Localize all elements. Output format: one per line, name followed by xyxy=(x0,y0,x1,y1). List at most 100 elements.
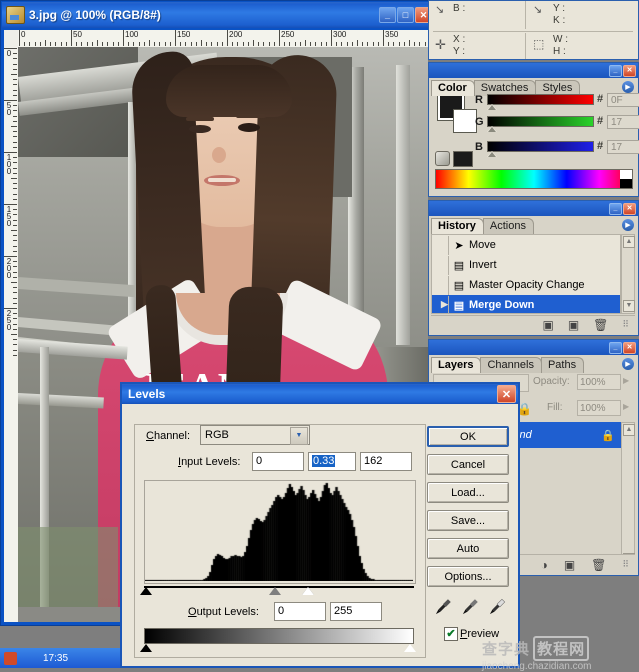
color-panel[interactable]: _ ✕ Color Swatches Styles ▶ R # 0F G # 1… xyxy=(428,62,639,197)
taskbar[interactable]: 17:35 xyxy=(0,648,120,668)
history-source-checkbox[interactable] xyxy=(432,255,449,275)
tray-icon[interactable] xyxy=(4,651,17,665)
close-icon[interactable]: ✕ xyxy=(497,385,516,403)
opacity-value-field[interactable]: 100% xyxy=(577,374,621,390)
history-panel-footer[interactable]: ▣ ▣ 🗑 ⠿ xyxy=(431,315,635,333)
layer-style-icon[interactable]: ◑ xyxy=(541,558,548,572)
info-panel[interactable]: ↘ B : ↘ Y : K : ✛ X : Y : ⬚ W : H : xyxy=(428,0,639,60)
opacity-slider-arrow-icon[interactable]: ▶ xyxy=(623,376,629,385)
layers-panel-tabs[interactable]: Layers Channels Paths ▶ xyxy=(429,355,638,373)
list-item[interactable]: ▤ Master Opacity Change xyxy=(432,275,620,295)
trash-icon[interactable]: 🗑 xyxy=(593,318,608,332)
tab-history[interactable]: History xyxy=(431,218,484,234)
panel-menu-arrow-icon[interactable]: ▶ xyxy=(622,81,634,93)
tab-channels[interactable]: Channels xyxy=(480,357,542,373)
input-black-field[interactable]: 0 xyxy=(252,452,304,471)
history-panel-tabs[interactable]: History Actions ▶ xyxy=(429,216,638,234)
black-swatch-icon[interactable] xyxy=(453,151,473,167)
save-button[interactable]: Save... xyxy=(427,510,509,531)
output-black-slider[interactable] xyxy=(140,644,152,652)
input-gamma-field[interactable]: 0.33 xyxy=(308,452,356,471)
resize-grip-icon[interactable]: ⠿ xyxy=(622,559,629,570)
load-button[interactable]: Load... xyxy=(427,482,509,503)
maximize-button[interactable]: □ xyxy=(397,7,414,23)
preview-checkbox[interactable]: ✔ xyxy=(444,627,458,641)
chevron-down-icon[interactable]: ▼ xyxy=(290,427,308,445)
new-layer-icon[interactable]: ▣ xyxy=(564,558,575,572)
input-gamma-slider[interactable] xyxy=(269,587,281,595)
color-spectrum-ramp[interactable] xyxy=(435,169,633,189)
g-slider-thumb[interactable] xyxy=(487,126,497,132)
new-document-icon[interactable]: ▣ xyxy=(542,318,553,332)
horizontal-ruler[interactable]: 0 50 100 150 200 250 300 350 xyxy=(18,30,428,48)
ok-button[interactable]: OK xyxy=(427,426,509,447)
vertical-ruler[interactable]: 0 50 100 150 200 250 xyxy=(4,47,19,622)
options-button[interactable]: Options... xyxy=(427,566,509,587)
levels-dialog[interactable]: Levels ✕ CChannel:hannel: RGB ▼ Input Le… xyxy=(120,382,520,668)
b-label: B xyxy=(475,141,483,153)
history-source-checkbox[interactable]: ▶ xyxy=(432,295,449,313)
list-item[interactable]: ▤ Invert xyxy=(432,255,620,275)
resize-grip-icon[interactable]: ⠿ xyxy=(622,319,629,330)
black-point-eyedropper-icon[interactable] xyxy=(432,596,454,618)
history-state-list[interactable]: ➤ Move ▤ Invert ▤ Master Opacity Change … xyxy=(431,234,621,314)
b-slider-thumb[interactable] xyxy=(487,151,497,157)
history-source-checkbox[interactable] xyxy=(432,235,449,255)
output-white-slider[interactable] xyxy=(404,644,416,652)
layers-panel-title-bar[interactable]: _ ✕ xyxy=(429,340,638,355)
tab-paths[interactable]: Paths xyxy=(540,357,585,373)
input-black-slider[interactable] xyxy=(140,587,152,595)
close-button[interactable]: ✕ xyxy=(623,64,636,77)
histogram xyxy=(144,480,416,584)
minimize-button[interactable]: _ xyxy=(609,64,622,77)
minimize-button[interactable]: _ xyxy=(379,7,396,23)
cancel-button[interactable]: Cancel xyxy=(427,454,509,475)
list-item[interactable]: ➤ Move xyxy=(432,235,620,255)
output-black-field[interactable]: 0 xyxy=(274,602,326,621)
output-white-field[interactable]: 255 xyxy=(330,602,382,621)
history-panel[interactable]: _ ✕ History Actions ▶ ➤ Move ▤ Invert ▤ … xyxy=(428,200,639,336)
b-value-field[interactable]: 17 xyxy=(607,140,639,154)
channel-select[interactable]: RGB ▼ xyxy=(200,425,310,445)
white-point-eyedropper-icon[interactable] xyxy=(486,596,508,618)
fill-slider-arrow-icon[interactable]: ▶ xyxy=(623,402,629,411)
input-white-field[interactable]: 162 xyxy=(360,452,412,471)
tab-actions[interactable]: Actions xyxy=(482,218,534,234)
info-w-label: W : xyxy=(553,34,568,45)
background-color-swatch[interactable] xyxy=(453,109,477,133)
marquee-icon: ⬚ xyxy=(533,37,545,51)
minimize-button[interactable]: _ xyxy=(609,341,622,354)
history-panel-title-bar[interactable]: _ ✕ xyxy=(429,201,638,216)
color-panel-title-bar[interactable]: _ ✕ xyxy=(429,63,638,78)
history-item-label: Master Opacity Change xyxy=(469,279,585,291)
auto-button[interactable]: Auto xyxy=(427,538,509,559)
ruler-corner xyxy=(4,30,19,48)
tab-color[interactable]: Color xyxy=(431,80,475,96)
g-slider[interactable] xyxy=(487,116,594,127)
delete-layer-icon[interactable]: 🗑 xyxy=(591,558,606,572)
close-button[interactable]: ✕ xyxy=(623,341,636,354)
fill-value-field[interactable]: 100% xyxy=(577,400,621,416)
tab-layers[interactable]: Layers xyxy=(431,357,482,373)
snapshot-camera-icon[interactable]: ▣ xyxy=(568,318,579,332)
panel-menu-arrow-icon[interactable]: ▶ xyxy=(622,219,634,231)
gray-point-eyedropper-icon[interactable] xyxy=(459,596,481,618)
levels-dialog-title-bar[interactable]: Levels ✕ xyxy=(122,384,518,404)
none-swatch-icon[interactable] xyxy=(435,151,450,166)
history-source-checkbox[interactable] xyxy=(432,275,449,295)
history-scrollbar[interactable]: ▲ ▼ xyxy=(621,234,635,314)
list-item[interactable]: ▶ ▤ Merge Down xyxy=(432,295,620,313)
minimize-button[interactable]: _ xyxy=(609,202,622,215)
panel-menu-arrow-icon[interactable]: ▶ xyxy=(622,358,634,370)
layers-scrollbar[interactable]: ▲ ▼ xyxy=(621,422,635,565)
r-slider[interactable] xyxy=(487,94,594,105)
b-slider[interactable] xyxy=(487,141,594,152)
watermark-cn: 查字典 xyxy=(482,641,531,658)
input-white-slider[interactable] xyxy=(302,587,314,595)
r-slider-thumb[interactable] xyxy=(487,104,497,110)
g-value-field[interactable]: 17 xyxy=(607,115,639,129)
document-title: 3.jpg @ 100% (RGB/8#) xyxy=(29,8,161,22)
r-value-field[interactable]: 0F xyxy=(607,93,639,107)
document-title-bar[interactable]: 3.jpg @ 100% (RGB/8#) _ □ ✕ xyxy=(2,2,434,28)
close-button[interactable]: ✕ xyxy=(623,202,636,215)
